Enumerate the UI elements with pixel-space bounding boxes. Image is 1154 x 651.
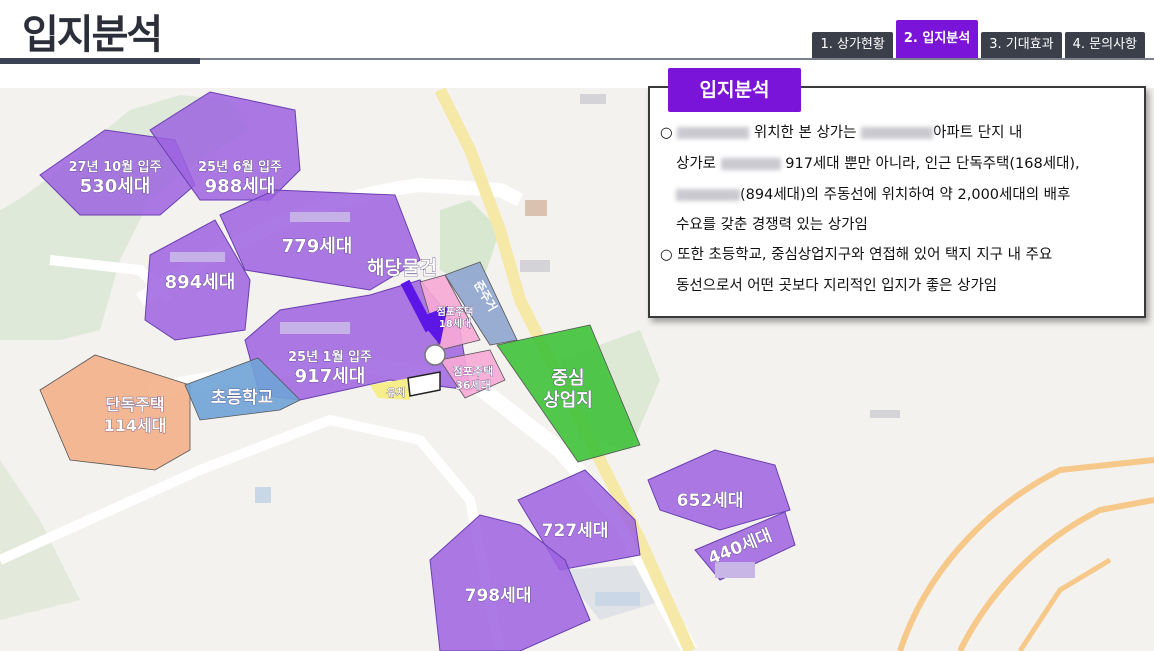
tab-effect[interactable]: 3. 기대효과 — [981, 32, 1062, 58]
blurred-label — [595, 592, 640, 606]
label-shop36: 36세대 — [455, 378, 491, 392]
zone-652[interactable] — [647, 449, 791, 531]
info-text: 아파트 단지 내 — [933, 125, 1023, 141]
highway — [1017, 557, 1112, 651]
blurred-label — [280, 322, 350, 334]
label-917-date: 25년 1월 입주 — [288, 349, 372, 365]
label-530-date: 27년 10월 입주 — [68, 159, 161, 175]
tab-bar: 1. 상가현황 2. 입지분석 3. 기대효과 4. 문의사항 — [812, 20, 1145, 58]
tab-location[interactable]: 2. 입지분석 — [895, 20, 979, 58]
blurred-label — [580, 94, 606, 104]
label-center-2: 상업지 — [543, 390, 593, 411]
label-727: 727세대 — [542, 521, 609, 541]
label-shop36-type: 점포주택 — [453, 364, 493, 378]
highway — [897, 457, 1154, 651]
blurred-label — [170, 252, 225, 262]
blurred-label — [525, 200, 547, 216]
info-text: 위치한 본 상가는 — [753, 125, 862, 141]
blurred-label — [255, 487, 271, 503]
header-rule — [200, 58, 1154, 60]
label-shop18: 18세대 — [439, 317, 471, 330]
info-line-4: 수요를 갖춘 경쟁력 있는 상가임 — [676, 217, 868, 233]
bullet-text: ○ — [660, 125, 678, 141]
blurred-text — [676, 189, 740, 201]
info-text: 917세대 뿐만 아니라, 인근 단독주택(168세대), — [780, 156, 1080, 172]
label-798: 798세대 — [465, 586, 532, 606]
tab-inquiry[interactable]: 4. 문의사항 — [1064, 32, 1145, 58]
label-530: 530세대 — [80, 176, 151, 197]
label-652: 652세대 — [677, 491, 744, 511]
label-kindergarten: 유치 — [387, 386, 405, 399]
info-text: 상가로 — [676, 156, 721, 172]
tab-status[interactable]: 1. 상가현황 — [812, 32, 893, 58]
info-badge: 입지분석 — [668, 68, 801, 112]
label-target: 해당물건 — [367, 257, 437, 279]
target-marker[interactable] — [424, 344, 446, 366]
info-line-5: ○ 또한 초등학교, 중심상업지구와 연접해 있어 택지 지구 내 주요 — [660, 247, 1053, 263]
label-917: 917세대 — [295, 366, 366, 387]
blurred-label — [290, 212, 350, 222]
info-line-3: (894세대)의 주동선에 위치하여 약 2,000세대의 배후 — [676, 183, 1070, 204]
label-988: 988세대 — [205, 176, 276, 197]
label-779: 779세대 — [282, 236, 353, 257]
page-title: 입지분석 — [22, 12, 163, 58]
label-shop18-type: 점포주택 — [437, 305, 474, 318]
info-line-1: ○ 위치한 본 상가는 아파트 단지 내 — [660, 121, 1022, 142]
blurred-text — [677, 127, 750, 139]
highway — [957, 497, 1154, 651]
label-center-1: 중심 — [551, 368, 584, 389]
title-underline — [0, 58, 200, 64]
label-single-type: 단독주택 — [106, 395, 165, 414]
label-single: 114세대 — [104, 416, 167, 435]
label-894: 894세대 — [165, 272, 236, 293]
label-988-date: 25년 6월 입주 — [198, 159, 282, 175]
blurred-label — [870, 410, 900, 418]
blurred-label — [520, 260, 550, 272]
info-line-6: 동선으로서 어떤 곳보다 지리적인 입지가 좋은 상가임 — [676, 278, 998, 294]
blurred-text — [720, 158, 781, 170]
blurred-text — [861, 127, 934, 139]
info-text: (894세대)의 주동선에 위치하여 약 2,000세대의 배후 — [740, 187, 1071, 203]
info-line-2: 상가로 917세대 뿐만 아니라, 인근 단독주택(168세대), — [676, 152, 1080, 173]
label-school: 초등학교 — [211, 388, 274, 408]
